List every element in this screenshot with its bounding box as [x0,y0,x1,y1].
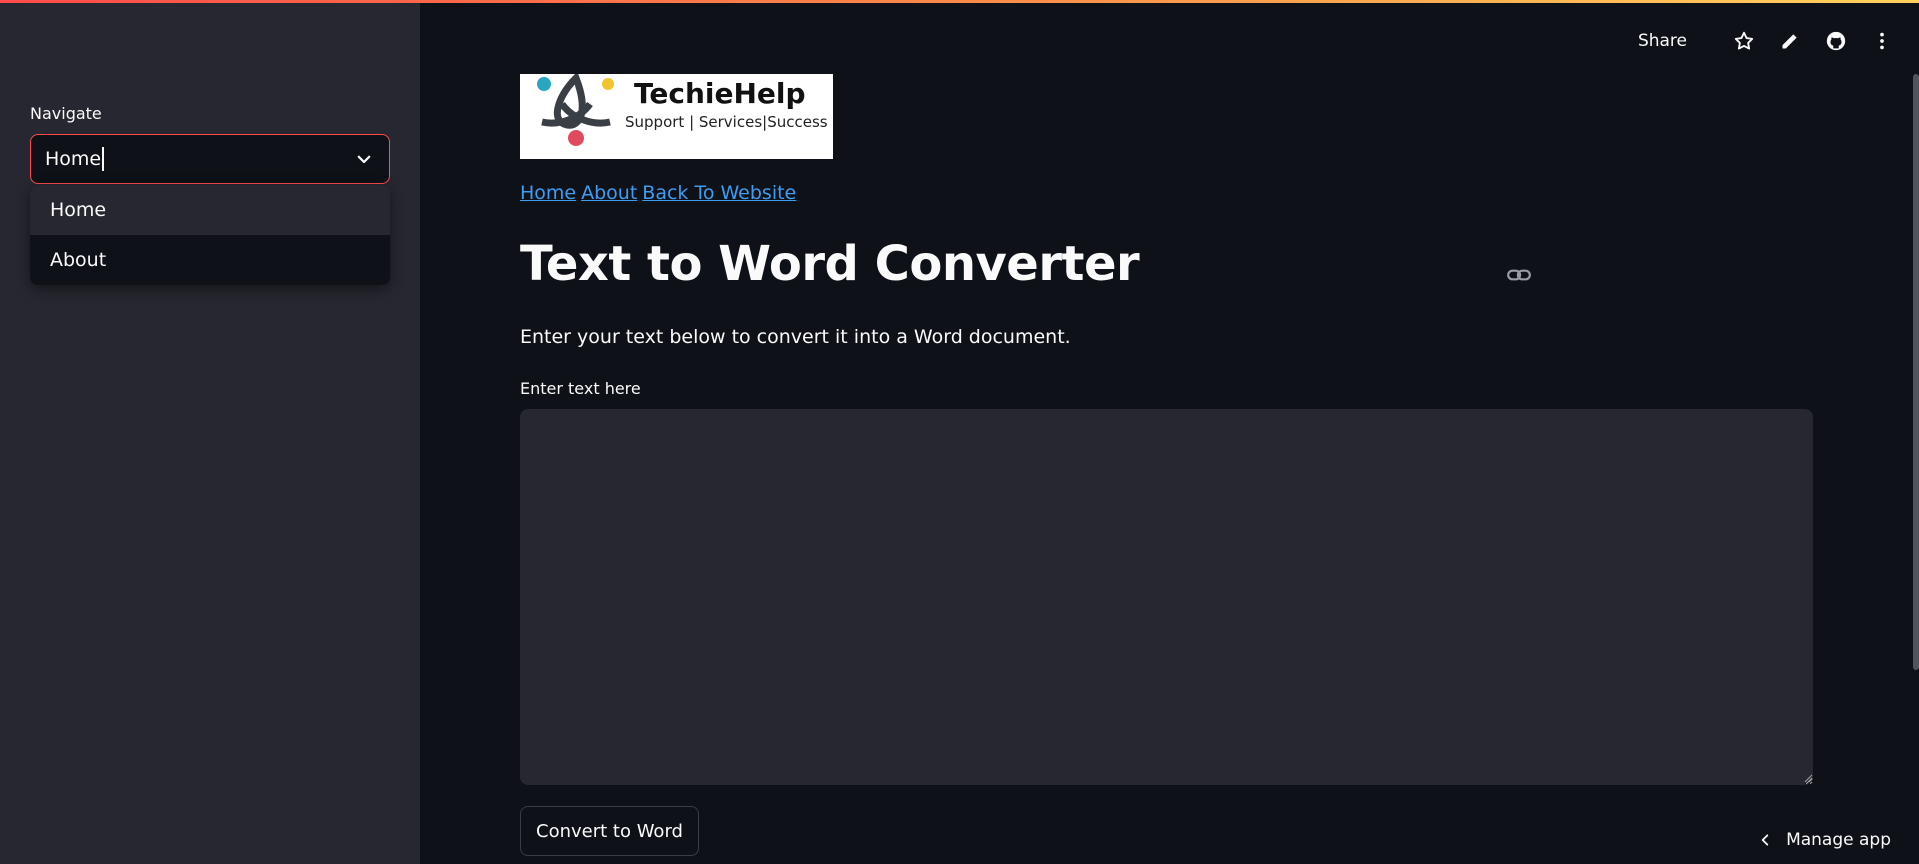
logo-mark-icon [537,74,614,146]
sidebar: Navigate Home Home About [0,0,420,864]
scrollbar[interactable] [1913,74,1919,670]
convert-to-word-button[interactable]: Convert to Word [520,806,699,856]
techiehelp-logo: TechieHelp Support | Services|Success [520,74,833,159]
more-vertical-icon[interactable] [1871,30,1893,52]
manage-app-button[interactable]: Manage app [1758,830,1891,850]
resize-grip-icon[interactable] [1803,773,1813,783]
pencil-icon[interactable] [1779,30,1801,52]
nav-links: Home About Back To Website [520,182,801,204]
navigate-label: Navigate [30,104,102,123]
top-decoration-bar [0,0,1919,3]
text-cursor [102,147,105,171]
star-icon[interactable] [1733,30,1755,52]
dropdown-option-about[interactable]: About [30,235,390,285]
link-home[interactable]: Home [520,182,576,204]
logo-tagline: Support | Services|Success [625,113,828,131]
github-icon[interactable] [1825,30,1847,52]
page-title: Text to Word Converter [520,236,1140,292]
select-value: Home [45,148,102,170]
text-input-area[interactable] [520,409,1813,785]
chevron-left-icon [1761,834,1769,846]
toolbar: Share [1638,30,1893,52]
manage-app-label: Manage app [1786,830,1891,850]
navigate-select[interactable]: Home [30,134,390,184]
dropdown-option-home[interactable]: Home [30,185,390,235]
page-subtitle: Enter your text below to convert it into… [520,326,1071,348]
link-back-to-website[interactable]: Back To Website [642,182,796,204]
text-input-label: Enter text here [520,379,641,398]
link-about[interactable]: About [581,182,637,204]
navigate-dropdown: Home About [30,185,390,285]
main-content: Share TechieHelp Support | Services|Succ… [420,0,1919,864]
share-button[interactable]: Share [1638,31,1687,51]
chevron-down-icon[interactable] [355,150,373,168]
logo-name: TechieHelp [634,77,806,110]
link-anchor-icon[interactable] [1506,262,1532,288]
